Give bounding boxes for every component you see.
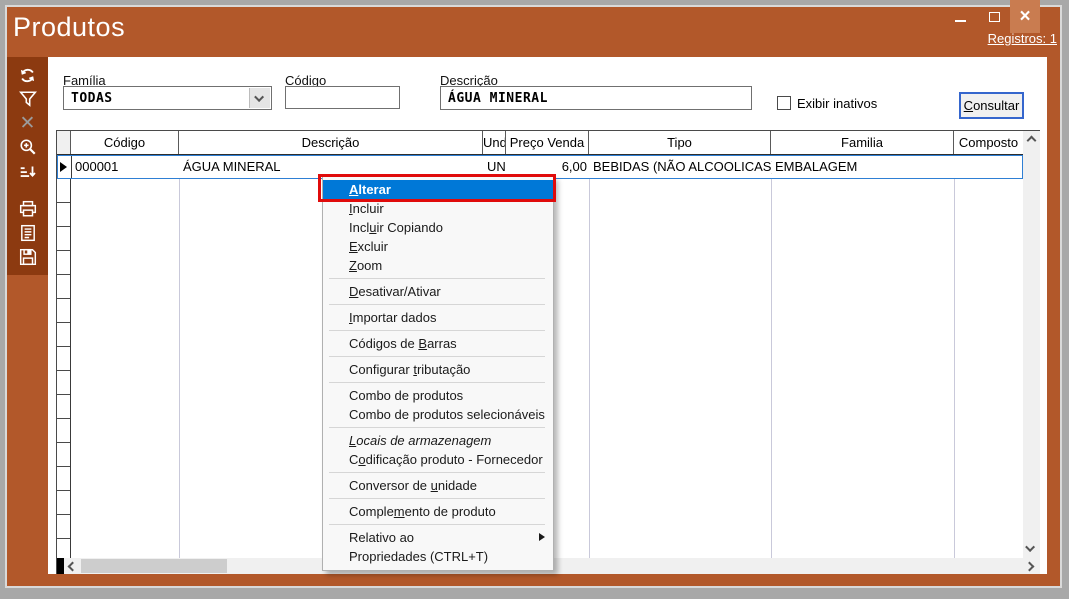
horizontal-scroll-thumb[interactable] [81,559,227,573]
context-menu: Alterar Incluir Incluir Copiando Excluir… [322,176,554,571]
menu-item-conversor-de-unidade[interactable]: Conversor de unidade [323,476,553,495]
menu-separator [329,304,545,305]
close-icon: × [1019,7,1030,26]
menu-item-configurar-tributacao[interactable]: Configurar tributação [323,360,553,379]
zoom-button[interactable] [14,135,42,159]
exibir-inativos-label: Exibir inativos [797,96,877,111]
menu-item-codigos-de-barras[interactable]: Códigos de Barras [323,334,553,353]
menu-item-propriedades[interactable]: Propriedades (CTRL+T) [323,547,553,566]
col-header-codigo[interactable]: Código [71,131,179,154]
report-icon [19,224,37,242]
col-header-descricao[interactable]: Descrição [179,131,483,154]
menu-separator [329,524,545,525]
menu-item-excluir[interactable]: Excluir [323,237,553,256]
cell-und: UN [484,156,507,178]
menu-item-codificacao-produto-fornecedor[interactable]: Codificação produto - Fornecedor [323,450,553,469]
cancel-icon: ✕ [20,114,36,133]
save-button[interactable] [14,245,42,269]
descricao-value: ÁGUA MINERAL [448,91,548,106]
menu-separator [329,356,545,357]
chevron-up-icon [1027,136,1037,146]
col-header-tipo[interactable]: Tipo [589,131,771,154]
menu-separator [329,278,545,279]
cell-composto [955,156,1022,178]
col-header-composto[interactable]: Composto [954,131,1023,154]
menu-separator [329,427,545,428]
row-arrow-icon [60,162,67,172]
close-button[interactable]: × [1010,0,1040,33]
refresh-icon [18,66,37,85]
menu-separator [329,472,545,473]
menu-item-relativo-ao[interactable]: Relativo ao [323,528,553,547]
familia-value: TODAS [71,91,113,106]
toolbar: ✕ [7,57,48,275]
menu-item-alterar[interactable]: Alterar [323,180,553,199]
sort-button[interactable] [14,159,42,183]
familia-select[interactable]: TODAS [63,86,272,110]
save-icon [19,248,37,266]
exibir-inativos-checkbox[interactable] [777,96,791,110]
cancel-button[interactable]: ✕ [14,111,42,135]
cell-descricao: ÁGUA MINERAL [180,156,484,178]
minimize-icon [955,20,966,22]
cell-preco: 6,00 [507,156,590,178]
zoom-icon [19,138,37,156]
registros-link[interactable]: Registros: 1 [988,31,1057,46]
col-header-und[interactable]: Und [483,131,506,154]
menu-separator [329,498,545,499]
grid-header: Código Descrição Und Preço Venda Tipo Fa… [57,131,1023,155]
scrollbar-corner-block [57,558,64,574]
scroll-up-button[interactable] [1023,132,1040,149]
maximize-button[interactable] [978,0,1010,33]
chevron-left-icon [68,561,78,571]
familia-dropdown-button[interactable] [249,88,270,108]
menu-item-complemento-de-produto[interactable]: Complemento de produto [323,502,553,521]
menu-item-desativar-ativar[interactable]: Desativar/Ativar [323,282,553,301]
menu-item-importar-dados[interactable]: Importar dados [323,308,553,327]
chevron-down-icon [1025,542,1035,552]
menu-item-incluir-copiando[interactable]: Incluir Copiando [323,218,553,237]
cell-codigo: 000001 [72,156,180,178]
descricao-input[interactable]: ÁGUA MINERAL [440,86,752,110]
scroll-right-button[interactable] [1021,558,1038,574]
menu-item-zoom[interactable]: Zoom [323,256,553,275]
indicator-header [57,131,71,154]
cell-familia: EMBALAGEM [772,156,955,178]
sort-icon [19,162,37,180]
consultar-button[interactable]: Consultar [959,92,1024,119]
scroll-down-button[interactable] [1023,540,1040,557]
vertical-scrollbar[interactable] [1023,131,1040,558]
row-indicator-column [57,155,71,558]
report-button[interactable] [14,221,42,245]
menu-separator [329,382,545,383]
menu-separator [329,330,545,331]
filter-icon [19,90,37,108]
minimize-button[interactable] [943,0,978,33]
print-icon [19,200,37,218]
submenu-arrow-icon [539,533,545,541]
cell-tipo: BEBIDAS (NÃO ALCOOLICAS) [590,156,772,178]
chevron-right-icon [1025,561,1035,571]
maximize-icon [989,12,1000,22]
menu-item-incluir[interactable]: Incluir [323,199,553,218]
scroll-left-button[interactable] [64,558,81,574]
filter-button[interactable] [14,87,42,111]
refresh-button[interactable] [14,63,42,87]
menu-item-combo-produtos-selecionaveis[interactable]: Combo de produtos selecionáveis [323,405,553,424]
menu-item-combo-de-produtos[interactable]: Combo de produtos [323,386,553,405]
menu-item-locais-de-armazenagem[interactable]: Locais de armazenagem [323,431,553,450]
chevron-down-icon [254,92,264,102]
window-title: Produtos [13,12,125,43]
print-button[interactable] [14,197,42,221]
codigo-input[interactable] [285,86,400,109]
col-header-preco-venda[interactable]: Preço Venda [506,131,589,154]
col-header-familia[interactable]: Familia [771,131,954,154]
current-row-indicator [58,156,72,178]
